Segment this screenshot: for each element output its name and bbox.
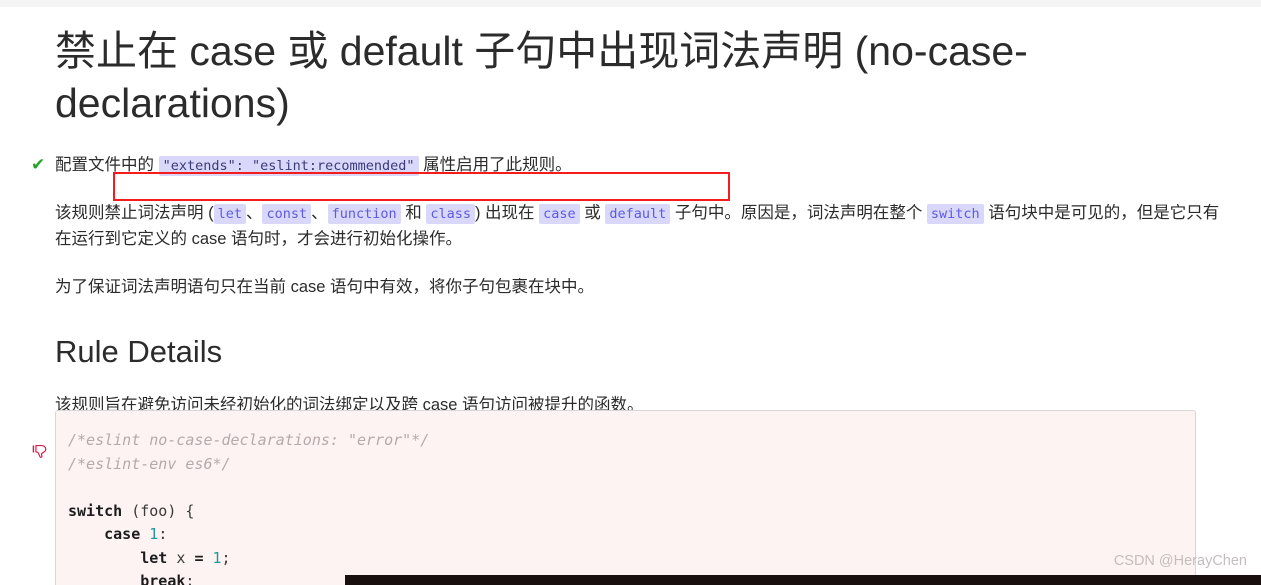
intro-seg-2: ) 出现在 — [474, 203, 540, 222]
second-paragraph-row: 为了保证词法声明语句只在当前 case 语句中有效，将你子句包裹在块中。 — [55, 274, 1221, 300]
intro-paragraph-row: 该规则禁止词法声明 (let、 const、 function 和 class) 出… — [55, 200, 1221, 252]
inline-code-extends: "extends": "eslint:recommended" — [158, 155, 419, 176]
code-number-1: 1 — [149, 525, 159, 543]
thumbs-down-icon — [31, 441, 55, 465]
content-column: 禁止在 case 或 default 子句中出现词法声明 (no-case-de… — [0, 25, 1261, 466]
intro-sep-3: 和 — [400, 203, 427, 222]
code-example-text: /*eslint no-case-declarations: "error"*/… — [56, 411, 1195, 585]
intro-sep-4: 或 — [579, 203, 606, 222]
intro-sep-2: 、 — [311, 203, 328, 222]
code-keyword-switch: switch — [68, 501, 123, 520]
second-paragraph: 为了保证词法声明语句只在当前 case 语句中有效，将你子句包裹在块中。 — [55, 277, 595, 296]
code-number-2: 1 — [212, 548, 222, 567]
intro-paragraph: 该规则禁止词法声明 (let、 const、 function 和 class) 出… — [55, 200, 1221, 252]
watermark-text: CSDN @HerayChen — [1113, 553, 1247, 569]
top-gray-strip — [0, 0, 1261, 7]
inline-code-case: case — [539, 203, 580, 224]
recommended-note: ✔ 配置文件中的 "extends": "eslint:recommended"… — [31, 152, 1221, 178]
code-keyword-case: case — [104, 525, 141, 543]
inline-code-default: default — [605, 203, 671, 224]
inline-code-function: function — [327, 203, 401, 224]
intro-seg-3: 子句中。原因是，词法声明在整个 — [670, 203, 927, 222]
inline-code-let: let — [213, 203, 246, 224]
intro-sep-1: 、 — [245, 203, 263, 222]
code-keyword-let: let — [140, 548, 168, 567]
horizontal-scrollbar-thumb[interactable] — [345, 575, 1261, 585]
recommended-note-text: 配置文件中的 "extends": "eslint:recommended" 属… — [55, 152, 1221, 178]
code-comment-line-2: /*eslint-env es6*/ — [68, 454, 231, 473]
intro-seg-1: 该规则禁止词法声明 ( — [55, 203, 214, 222]
inline-code-switch: switch — [926, 203, 984, 224]
second-paragraph-body: 为了保证词法声明语句只在当前 case 语句中有效，将你子句包裹在块中。 — [55, 274, 1221, 300]
code-example-block[interactable]: /*eslint no-case-declarations: "error"*/… — [55, 410, 1196, 585]
recommended-note-body: 配置文件中的 "extends": "eslint:recommended" 属… — [55, 152, 1221, 178]
check-icon: ✔ — [31, 154, 46, 174]
page-title: 禁止在 case 或 default 子句中出现词法声明 (no-case-de… — [55, 28, 1028, 127]
inline-code-class: class — [426, 203, 475, 224]
code-comment-line-1: /*eslint no-case-declarations: "error"*/ — [68, 431, 430, 449]
inline-code-const: const — [262, 203, 312, 224]
intro-paragraph-body: 该规则禁止词法声明 (let、 const、 function 和 class) 出… — [55, 200, 1221, 252]
recommended-note-suffix: 属性启用了此规则。 — [418, 155, 572, 174]
section-heading-rule-details: Rule Details — [55, 333, 223, 369]
horizontal-scrollbar-track[interactable] — [0, 575, 1261, 585]
recommended-note-prefix: 配置文件中的 — [55, 155, 159, 174]
